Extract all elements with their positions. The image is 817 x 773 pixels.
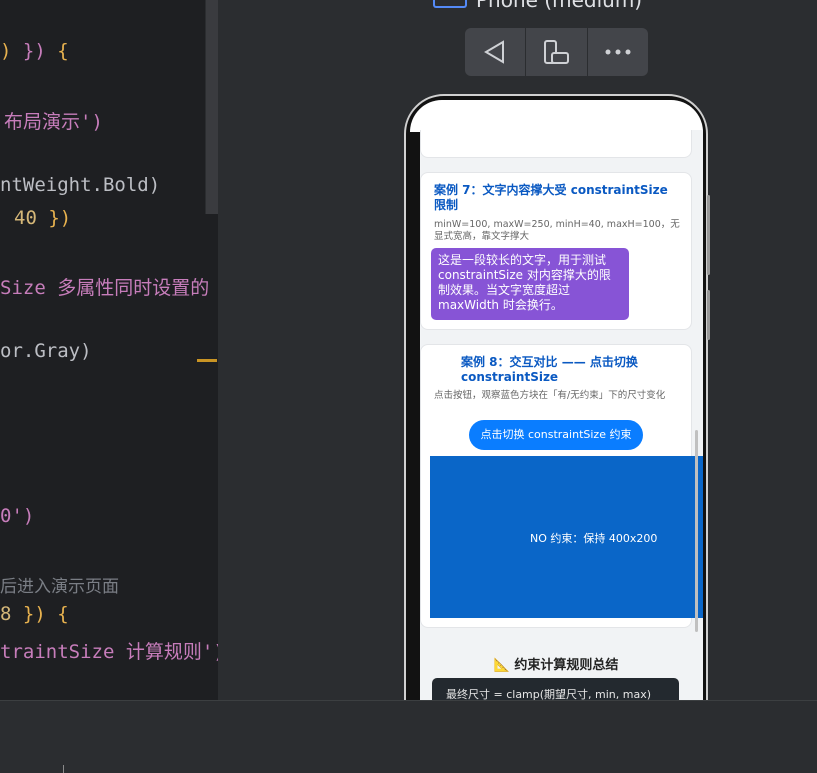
toggle-constraint-button[interactable]: 点击切换 constraintSize 约束 <box>469 420 643 450</box>
code-line-2: 布局演示') <box>4 111 103 133</box>
code-line-1: ) }) { <box>0 40 69 62</box>
code-line-4: 40 }) <box>14 207 72 229</box>
blue-box-label: NO 约束：保持 400x200 <box>530 532 658 545</box>
phone-screen[interactable]: 案例 7：文字内容撑大受 constraintSize 限制 minW=100,… <box>420 130 703 700</box>
card-summary: 📐 约束计算规则总结 最终尺寸 = clamp(期望尺寸, min, max) <box>420 642 692 700</box>
editor-scrollbar[interactable] <box>205 0 218 214</box>
blue-box: NO 约束：保持 400x200 <box>430 456 703 618</box>
card-case7: 案例 7：文字内容撑大受 constraintSize 限制 minW=100,… <box>420 172 692 330</box>
preview-toolbar <box>465 28 648 76</box>
status-bar <box>410 100 703 132</box>
device-title[interactable]: Phone (medium) <box>476 0 642 12</box>
more-button[interactable] <box>588 28 648 76</box>
back-triangle-icon <box>484 40 505 64</box>
summary-title: 📐 约束计算规则总结 <box>493 658 619 673</box>
device-icon <box>433 0 467 8</box>
case8-desc: 点击按钮，观察蓝色方块在「有/无约束」下的尺寸变化 <box>434 390 666 401</box>
code-line-9: traintSize 计算规则') <box>0 641 218 663</box>
code-line-3: ntWeight.Bold) <box>0 174 161 196</box>
rotate-button[interactable] <box>526 28 588 76</box>
case8-title: 案例 8：交互对比 —— 点击切换 constraintSize <box>461 355 638 384</box>
code-line-8: 8 }) { <box>0 603 69 625</box>
back-button[interactable] <box>465 28 527 76</box>
code-line-5: Size 多属性同时设置的 <box>0 277 210 299</box>
case7-title: 案例 7：文字内容撑大受 constraintSize 限制 <box>434 183 668 212</box>
code-line-6: or.Gray) <box>0 340 92 362</box>
summary-formula: 最终尺寸 = clamp(期望尺寸, min, max) <box>432 678 679 700</box>
volume-button <box>707 195 710 275</box>
more-dots-icon <box>605 49 631 55</box>
editor-warning-mark <box>197 359 217 362</box>
card-case6 <box>420 130 692 158</box>
code-line-7: 0') <box>0 505 35 527</box>
rotate-device-icon <box>544 40 570 64</box>
card-case8: 案例 8：交互对比 —— 点击切换 constraintSize 点击按钮，观察… <box>420 344 703 628</box>
bottom-panel <box>0 700 817 773</box>
screen-scrollbar[interactable] <box>695 430 698 632</box>
case7-text-box: 这是一段较长的文字，用于测试 constraintSize 对内容撑大的限制效果… <box>431 248 629 320</box>
case7-desc: minW=100, maxW=250, minH=40, maxH=100，无显… <box>434 219 680 242</box>
code-comment: 后进入演示页面 <box>0 577 119 597</box>
power-button <box>707 290 710 340</box>
code-editor[interactable]: ) }) { 布局演示') ntWeight.Bold) 40 }) Size … <box>0 0 218 700</box>
